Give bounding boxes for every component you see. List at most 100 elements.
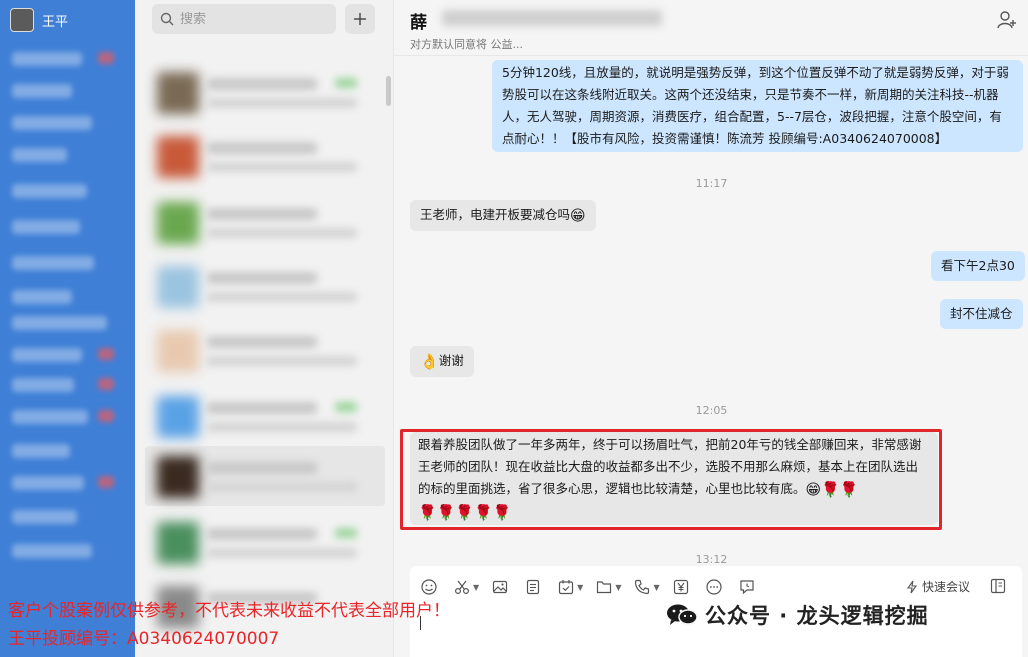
- message-text: 看下午2点30: [941, 258, 1015, 273]
- calendar-check-icon[interactable]: [557, 578, 575, 596]
- message-time: 12:05: [695, 404, 728, 417]
- advisor-id-text: 王平投顾编号：A0340624070007: [8, 629, 280, 649]
- search-input[interactable]: [180, 11, 330, 27]
- profile-name: 王平: [42, 14, 69, 30]
- rose-emoji-icon: 🌹🌹🌹🌹🌹: [418, 503, 512, 521]
- image-icon[interactable]: [491, 578, 509, 596]
- yen-icon[interactable]: [672, 578, 690, 596]
- list-item-preview: [207, 162, 357, 172]
- unread-badge: [98, 52, 114, 64]
- chat-history-icon[interactable]: [738, 578, 756, 596]
- chevron-down-icon[interactable]: ▼: [615, 583, 621, 592]
- quick-meeting-label: 快速会议: [922, 580, 971, 594]
- emoji-icon[interactable]: [420, 578, 438, 596]
- watermark: 公众号 · 龙头逻辑挖掘: [665, 600, 929, 630]
- sidebar-item[interactable]: [12, 52, 82, 66]
- message-outgoing[interactable]: 封不住减仓: [940, 299, 1023, 329]
- list-item-title: [207, 528, 317, 540]
- chevron-down-icon[interactable]: ▼: [577, 583, 583, 592]
- avatar: [157, 72, 199, 114]
- list-item[interactable]: [145, 512, 385, 572]
- more-icon[interactable]: [705, 578, 723, 596]
- chevron-down-icon[interactable]: ▼: [473, 583, 479, 592]
- list-item[interactable]: [145, 192, 385, 252]
- avatar: [157, 136, 199, 178]
- list-item[interactable]: [145, 126, 385, 186]
- message-time: 11:17: [695, 177, 728, 190]
- document-icon[interactable]: [524, 578, 542, 596]
- list-item-time: [335, 528, 357, 538]
- list-item[interactable]: [145, 62, 385, 122]
- profile[interactable]: 王平: [10, 8, 68, 32]
- lightning-icon: [906, 580, 918, 593]
- list-item-preview: [207, 482, 357, 492]
- chat-header: 薛 对方默认同意将 公益...: [394, 0, 1028, 56]
- contact-status: 对方默认同意将 公益...: [410, 38, 523, 51]
- nav-sidebar: 王平: [0, 0, 135, 657]
- sidepanel-icon[interactable]: [990, 578, 1006, 594]
- message-text: 5分钟120线，且放量的，就说明是强势反弹，到这个位置反弹不动了就是弱势反弹，对…: [502, 65, 1009, 146]
- phone-icon[interactable]: [633, 578, 651, 596]
- sidebar-item[interactable]: [12, 476, 84, 490]
- watermark-text: 公众号 · 龙头逻辑挖掘: [705, 604, 929, 628]
- add-button[interactable]: [345, 4, 375, 34]
- message-outgoing[interactable]: 5分钟120线，且放量的，就说明是强势反弹，到这个位置反弹不动了就是弱势反弹，对…: [492, 60, 1023, 152]
- unread-badge: [98, 348, 114, 360]
- list-item-time: [335, 402, 357, 412]
- sidebar-item[interactable]: [12, 510, 77, 524]
- sidebar-item[interactable]: [12, 148, 67, 162]
- scissors-icon[interactable]: [453, 578, 471, 596]
- sidebar-item[interactable]: [12, 84, 72, 98]
- wechat-logo-icon: [667, 604, 698, 625]
- sidebar-item[interactable]: [12, 348, 82, 362]
- sidebar-item[interactable]: [12, 290, 72, 304]
- contact-name-redacted: [442, 10, 662, 26]
- message-incoming[interactable]: 👌谢谢: [410, 346, 474, 377]
- add-member-icon[interactable]: [997, 10, 1017, 30]
- grin-rose-emoji-icon: 😁🌹🌹: [805, 480, 859, 499]
- sidebar-item[interactable]: [12, 410, 88, 424]
- list-item[interactable]: [145, 256, 385, 316]
- message-outgoing[interactable]: 看下午2点30: [931, 251, 1025, 281]
- sidebar-item[interactable]: [12, 116, 92, 130]
- sidebar-item[interactable]: [12, 378, 74, 392]
- list-item[interactable]: [145, 320, 385, 380]
- sidebar-item[interactable]: [12, 316, 107, 330]
- chevron-down-icon[interactable]: ▼: [653, 583, 659, 592]
- ok-hand-emoji-icon: 👌: [420, 352, 439, 371]
- list-item-preview: [207, 98, 357, 108]
- quick-meeting-button[interactable]: 快速会议: [906, 578, 970, 595]
- message-incoming[interactable]: 王老师，电建开板要减仓吗😁: [410, 200, 596, 231]
- folder-icon[interactable]: [595, 578, 613, 596]
- list-item-time: [335, 78, 357, 88]
- avatar: [157, 202, 199, 244]
- message-incoming[interactable]: 跟着养股团队做了一年多两年，终于可以扬眉吐气，把前20年亏的钱全部赚回来，非常感…: [410, 432, 938, 525]
- list-item-title: [207, 78, 317, 90]
- scrollbar[interactable]: [386, 76, 391, 106]
- search-box[interactable]: [152, 4, 336, 34]
- sidebar-item[interactable]: [12, 444, 70, 458]
- avatar: [157, 396, 199, 438]
- disclaimer-text: 客户个股案例仅供参考，不代表未来收益不代表全部用户！: [8, 601, 450, 621]
- sidebar-item[interactable]: [12, 220, 80, 234]
- avatar: [157, 456, 199, 498]
- contact-name[interactable]: 薛: [410, 8, 427, 33]
- list-item[interactable]: [145, 386, 385, 446]
- sidebar-item[interactable]: [12, 184, 87, 198]
- message-time: 13:12: [695, 553, 728, 566]
- sidebar-item[interactable]: [12, 544, 92, 558]
- list-item-title: [207, 336, 317, 348]
- message-text: 王老师，电建开板要减仓吗: [420, 207, 571, 222]
- list-item-title: [207, 402, 317, 414]
- sidebar-item[interactable]: [12, 256, 94, 270]
- list-item-title: [207, 142, 317, 154]
- list-item-selected[interactable]: [145, 446, 385, 506]
- plus-icon: [354, 13, 366, 25]
- avatar[interactable]: [10, 8, 34, 32]
- avatar: [157, 330, 199, 372]
- message-text: 谢谢: [438, 353, 464, 368]
- grin-emoji-icon: 😁: [570, 206, 586, 225]
- list-item-preview: [207, 292, 357, 302]
- list-item-preview: [207, 228, 357, 238]
- conversation-list: [135, 0, 393, 657]
